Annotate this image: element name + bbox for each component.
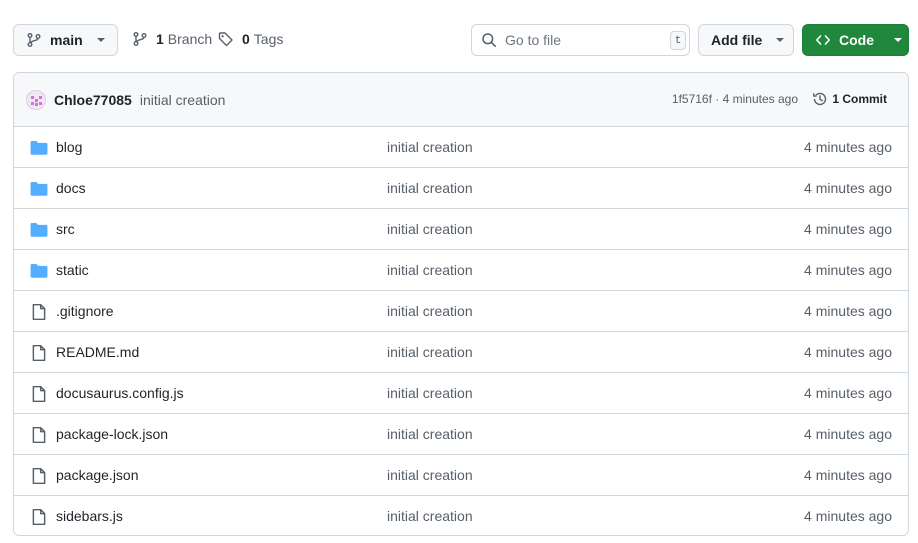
tags-count: 0 [242, 31, 250, 47]
file-commit-age: 4 minutes ago [804, 344, 892, 360]
go-to-file-search[interactable]: t [471, 24, 690, 56]
file-commit-message-link[interactable]: initial creation [387, 344, 473, 360]
file-icon [30, 303, 48, 321]
search-icon [482, 33, 496, 47]
file-name-link[interactable]: README.md [56, 344, 139, 360]
file-commit-message-link[interactable]: initial creation [387, 508, 473, 524]
chevron-down-icon [96, 38, 105, 42]
folder-icon [30, 139, 48, 157]
file-icon [30, 467, 48, 485]
file-commit-message-link[interactable]: initial creation [387, 426, 473, 442]
file-list: blog initial creation 4 minutes ago docs ini… [14, 127, 908, 535]
file-name-link[interactable]: sidebars.js [56, 508, 123, 524]
file-name-link[interactable]: src [56, 221, 75, 237]
file-commit-age: 4 minutes ago [804, 139, 892, 155]
file-row[interactable]: .gitignore initial creation 4 minutes ago [14, 291, 908, 332]
chevron-down-icon [894, 38, 902, 42]
file-name-link[interactable]: package.json [56, 467, 139, 483]
branches-link[interactable]: 1 Branch [132, 31, 212, 47]
branch-name: main [50, 32, 83, 48]
tag-icon [218, 32, 233, 47]
file-name-link[interactable]: blog [56, 139, 82, 155]
branch-select-button[interactable]: main [13, 24, 118, 56]
file-commit-message-link[interactable]: initial creation [387, 221, 473, 237]
branches-text: Branch [167, 31, 213, 47]
tags-text: Tags [253, 31, 284, 47]
code-label: Code [839, 32, 874, 48]
file-commit-message-link[interactable]: initial creation [387, 303, 473, 319]
file-icon [30, 344, 48, 362]
file-commit-message-link[interactable]: initial creation [387, 385, 473, 401]
file-commit-age: 4 minutes ago [804, 221, 892, 237]
file-name-link[interactable]: .gitignore [56, 303, 114, 319]
file-row[interactable]: docusaurus.config.js initial creation 4 mi… [14, 373, 908, 414]
file-name-link[interactable]: static [56, 262, 89, 278]
file-commit-age: 4 minutes ago [804, 385, 892, 401]
file-name-link[interactable]: docs [56, 180, 86, 196]
folder-icon [30, 180, 48, 198]
chevron-down-icon [776, 38, 785, 42]
tags-link[interactable]: 0 Tags [218, 31, 283, 47]
file-row[interactable]: sidebars.js initial creation 4 minutes ago [14, 496, 908, 535]
code-icon [816, 35, 830, 45]
file-commit-age: 4 minutes ago [804, 262, 892, 278]
file-row[interactable]: docs initial creation 4 minutes ago [14, 168, 908, 209]
file-commit-message-link[interactable]: initial creation [387, 180, 473, 196]
repo-toolbar: main 1 Branch 0 Tags t Add file [0, 0, 918, 80]
file-commit-age: 4 minutes ago [804, 426, 892, 442]
branches-count: 1 [156, 31, 164, 47]
file-row[interactable]: blog initial creation 4 minutes ago [14, 127, 908, 168]
commit-message-link[interactable]: initial creation [140, 92, 226, 108]
file-row[interactable]: src initial creation 4 minutes ago [14, 209, 908, 250]
latest-commit-bar: Chloe77085 initial creation 1f5716f · 4 … [14, 73, 908, 127]
code-button[interactable]: Code [802, 24, 909, 56]
add-file-label: Add file [711, 32, 763, 48]
file-commit-age: 4 minutes ago [804, 180, 892, 196]
search-input[interactable] [505, 32, 655, 48]
file-commit-age: 4 minutes ago [804, 303, 892, 319]
git-branch-icon [133, 32, 147, 46]
file-commit-age: 4 minutes ago [804, 467, 892, 483]
file-commit-message-link[interactable]: initial creation [387, 139, 473, 155]
file-name-link[interactable]: package-lock.json [56, 426, 168, 442]
file-name-link[interactable]: docusaurus.config.js [56, 385, 184, 401]
avatar[interactable] [26, 89, 46, 110]
history-icon [813, 92, 827, 106]
commit-author-link[interactable]: Chloe77085 [54, 92, 132, 108]
file-row[interactable]: package.json initial creation 4 minutes ag… [14, 455, 908, 496]
add-file-button[interactable]: Add file [698, 24, 794, 56]
file-icon [30, 385, 48, 403]
file-row[interactable]: README.md initial creation 4 minutes ago [14, 332, 908, 373]
file-row[interactable]: package-lock.json initial creation 4 minut… [14, 414, 908, 455]
commit-hash-time[interactable]: 1f5716f · 4 minutes ago [672, 92, 798, 106]
commit-history-link[interactable]: 1 Commit [812, 91, 887, 107]
file-commit-age: 4 minutes ago [804, 508, 892, 524]
file-icon [30, 426, 48, 444]
folder-icon [30, 262, 48, 280]
file-commit-message-link[interactable]: initial creation [387, 467, 473, 483]
file-icon [30, 508, 48, 526]
file-row[interactable]: static initial creation 4 minutes ago [14, 250, 908, 291]
file-browser: Chloe77085 initial creation 1f5716f · 4 … [13, 72, 909, 536]
commit-count: 1 Commit [832, 92, 887, 106]
file-commit-message-link[interactable]: initial creation [387, 262, 473, 278]
git-branch-icon [27, 33, 41, 47]
folder-icon [30, 221, 48, 239]
keyboard-shortcut-hint: t [670, 31, 686, 50]
